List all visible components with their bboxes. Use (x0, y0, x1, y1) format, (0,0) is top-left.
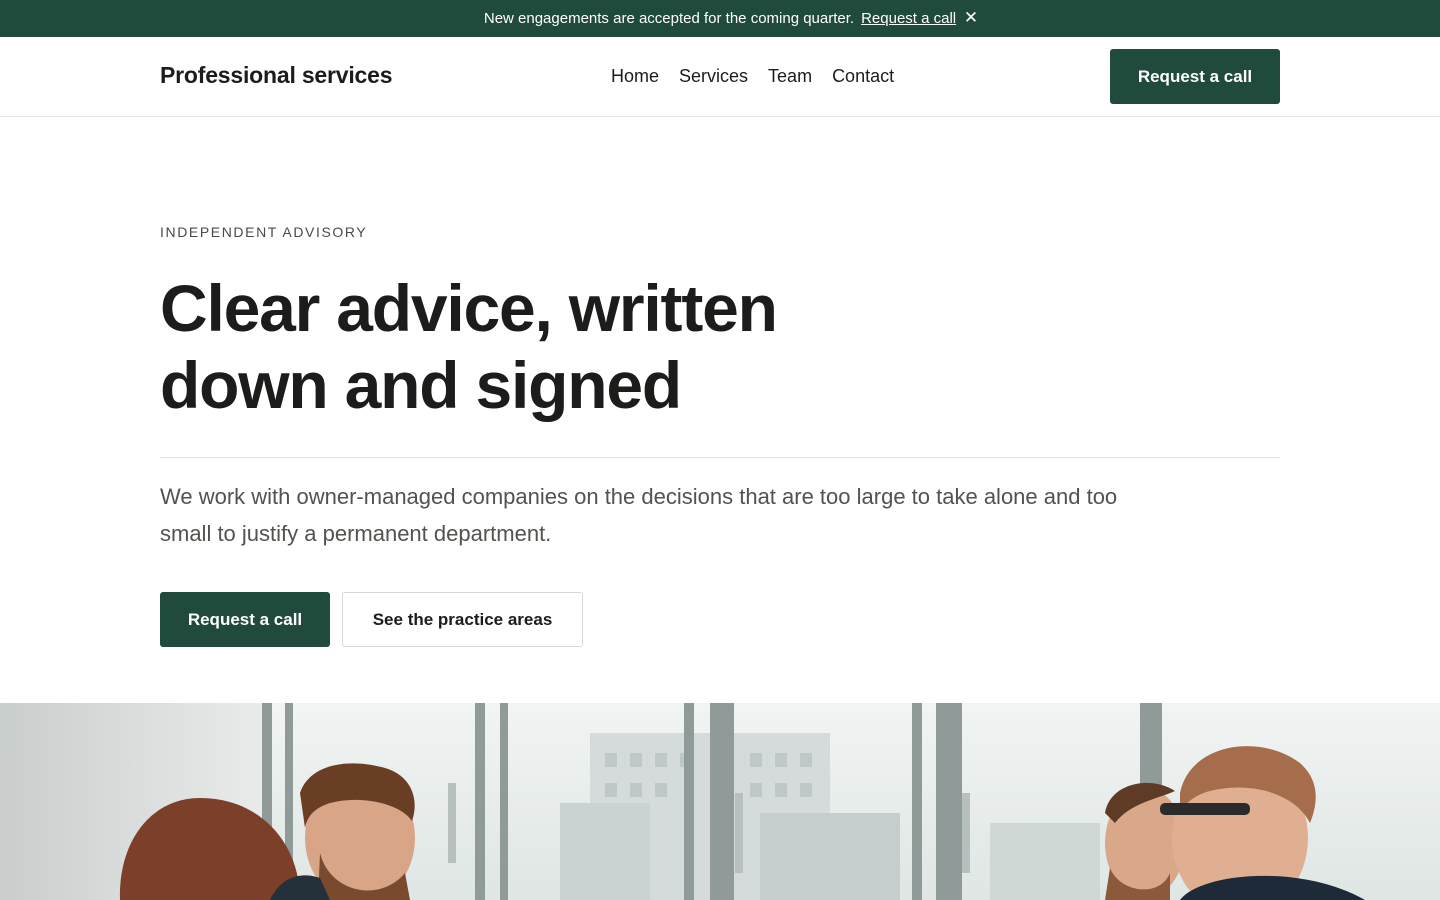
nav-contact[interactable]: Contact (832, 66, 894, 87)
announcement-message: New engagements are accepted for the com… (483, 10, 855, 27)
main-nav: Home Services Team Contact (611, 66, 894, 87)
close-icon[interactable]: ✕ (962, 8, 980, 27)
header-request-call-button[interactable]: Request a call (1110, 49, 1280, 104)
brand-name[interactable]: Professional services (160, 62, 393, 89)
hero-lede: We work with owner-managed companies on … (160, 484, 1118, 546)
nav-services[interactable]: Services (679, 66, 748, 87)
hero-headline-line-1: Clear advice, written (160, 271, 778, 345)
nav-team[interactable]: Team (768, 66, 812, 87)
nav-home[interactable]: Home (611, 66, 659, 87)
hero-meeting-photo (0, 703, 1440, 900)
site-header: Professional services Home Services Team… (0, 37, 1440, 117)
practice-areas-button[interactable]: See the practice areas (342, 592, 583, 647)
hero-divider (160, 457, 1280, 458)
hero-headline-line-2: down and signed (160, 348, 682, 422)
hero-headline: Clear advice, written down and signed (160, 270, 920, 424)
hero-request-call-button[interactable]: Request a call (160, 592, 330, 647)
announcement-bar: New engagements are accepted for the com… (0, 0, 1440, 37)
hero-eyebrow: INDEPENDENT ADVISORY (160, 224, 368, 240)
announcement-request-call-link[interactable]: Request a call (861, 10, 956, 27)
